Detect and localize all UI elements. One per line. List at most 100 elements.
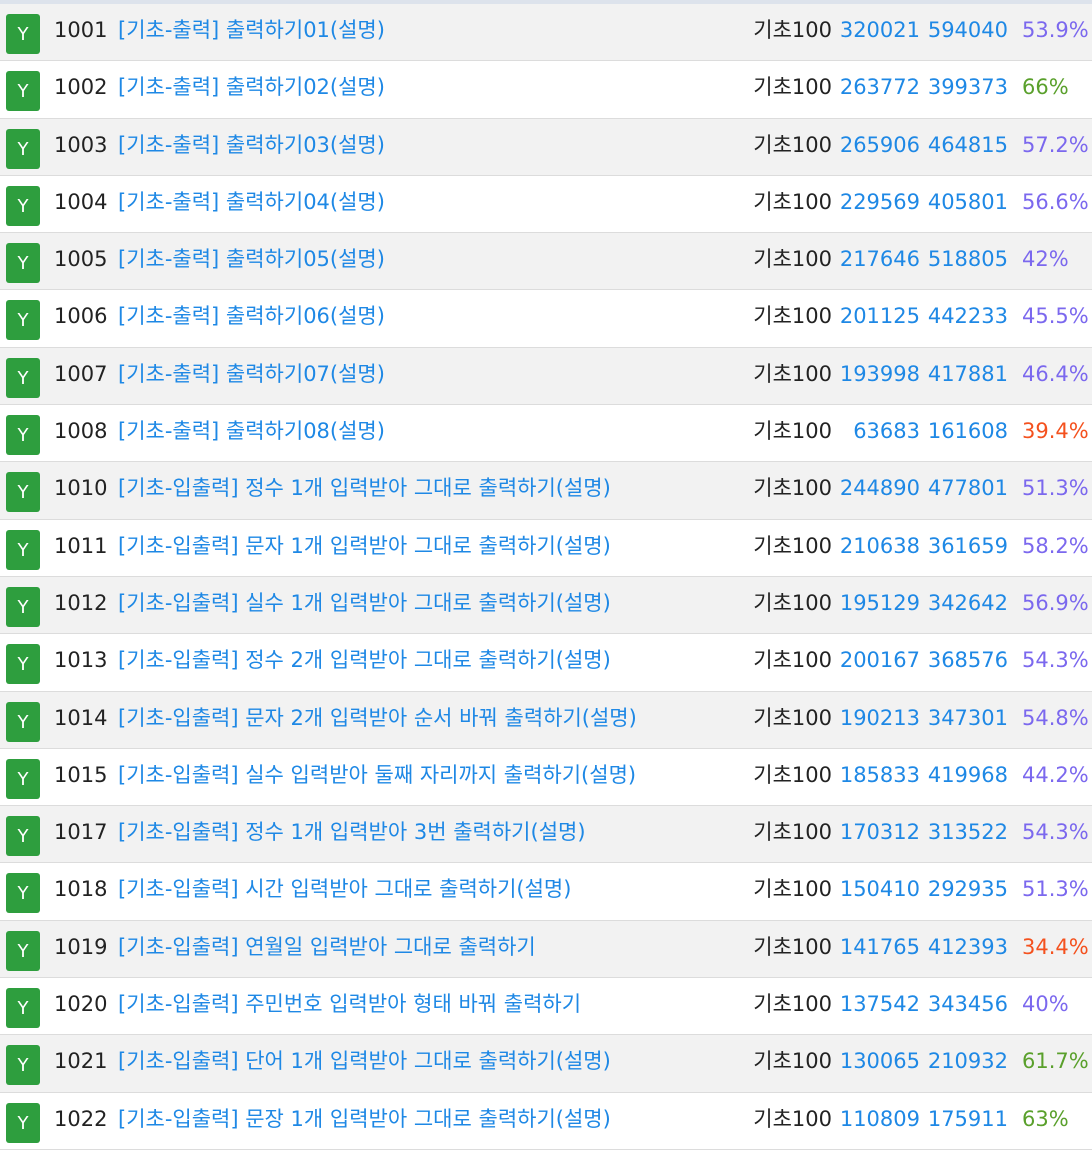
correct-rate: 54.8% — [1022, 705, 1089, 730]
submission-count-link[interactable]: 405801 — [928, 176, 1008, 228]
correct-rate: 54.3% — [1022, 820, 1089, 845]
problem-title-link[interactable]: [기초-입출력] 단어 1개 입력받아 그대로 출력하기(설명) — [118, 1035, 611, 1087]
correct-rate: 58.2% — [1022, 533, 1089, 558]
submission-count-link[interactable]: 175911 — [928, 1093, 1008, 1145]
submission-count-link[interactable]: 442233 — [928, 290, 1008, 342]
problem-title-link[interactable]: [기초-입출력] 주민번호 입력받아 형태 바꿔 출력하기 — [118, 978, 581, 1030]
solved-count-link[interactable]: 210638 — [840, 520, 920, 572]
problem-title-link[interactable]: [기초-입출력] 문자 1개 입력받아 그대로 출력하기(설명) — [118, 520, 611, 572]
problem-title-link[interactable]: [기초-입출력] 문자 2개 입력받아 순서 바꿔 출력하기(설명) — [118, 692, 637, 744]
solved-count-link[interactable]: 195129 — [840, 577, 920, 629]
table-row: Y 1005 [기초-출력] 출력하기05(설명) 기초100 217646 518805… — [0, 233, 1092, 291]
problem-category: 기초100 — [753, 1106, 832, 1131]
solved-count-link[interactable]: 265906 — [840, 119, 920, 171]
solved-count-link[interactable]: 110809 — [840, 1093, 920, 1145]
problem-title-link[interactable]: [기초-출력] 출력하기08(설명) — [118, 405, 385, 457]
solved-count-link[interactable]: 150410 — [840, 863, 920, 915]
problem-title-link[interactable]: [기초-입출력] 문장 1개 입력받아 그대로 출력하기(설명) — [118, 1093, 611, 1145]
problem-title-link[interactable]: [기초-입출력] 시간 입력받아 그대로 출력하기(설명) — [118, 863, 571, 915]
problem-title-link[interactable]: [기초-입출력] 실수 1개 입력받아 그대로 출력하기(설명) — [118, 577, 611, 629]
problem-id: 1006 — [54, 304, 108, 329]
submission-count-link[interactable]: 313522 — [928, 806, 1008, 858]
solved-count-link[interactable]: 170312 — [840, 806, 920, 858]
problem-id: 1008 — [54, 419, 108, 444]
problem-title-link[interactable]: [기초-출력] 출력하기05(설명) — [118, 233, 385, 285]
table-row: Y 1013 [기초-입출력] 정수 2개 입력받아 그대로 출력하기(설명) 기초1… — [0, 634, 1092, 692]
solved-count-link[interactable]: 63683 — [853, 405, 920, 457]
problem-category: 기초100 — [753, 590, 832, 615]
solved-count-link[interactable]: 200167 — [840, 634, 920, 686]
problem-category: 기초100 — [753, 304, 832, 329]
solved-count-link[interactable]: 130065 — [840, 1035, 920, 1087]
solved-count-link[interactable]: 193998 — [840, 348, 920, 400]
table-row: Y 1006 [기초-출력] 출력하기06(설명) 기초100 201125 442233… — [0, 290, 1092, 348]
submission-count-link[interactable]: 343456 — [928, 978, 1008, 1030]
submission-count-link[interactable]: 399373 — [928, 61, 1008, 113]
problem-title-link[interactable]: [기초-입출력] 정수 1개 입력받아 그대로 출력하기(설명) — [118, 462, 611, 514]
submission-count-link[interactable]: 368576 — [928, 634, 1008, 686]
problem-table: Y 1001 [기초-출력] 출력하기01(설명) 기초100 320021 594040… — [0, 4, 1092, 1150]
problem-title-link[interactable]: [기초-입출력] 정수 1개 입력받아 3번 출력하기(설명) — [118, 806, 586, 858]
submission-count-link[interactable]: 342642 — [928, 577, 1008, 629]
problem-category: 기초100 — [753, 762, 832, 787]
solved-count-link[interactable]: 320021 — [840, 4, 920, 56]
problem-title-link[interactable]: [기초-출력] 출력하기06(설명) — [118, 290, 385, 342]
status-badge: Y — [6, 758, 40, 799]
submission-count-link[interactable]: 292935 — [928, 863, 1008, 915]
problem-category: 기초100 — [753, 820, 832, 845]
correct-rate: 53.9% — [1022, 18, 1089, 42]
table-row: Y 1019 [기초-입출력] 연월일 입력받아 그대로 출력하기 기초100 1417… — [0, 920, 1092, 979]
correct-rate: 57.2% — [1022, 132, 1089, 157]
correct-rate: 44.2% — [1022, 762, 1089, 787]
table-row: Y 1014 [기초-입출력] 문자 2개 입력받아 순서 바꿔 출력하기(설명) 기… — [0, 691, 1092, 749]
problem-category: 기초100 — [753, 419, 832, 444]
submission-count-link[interactable]: 412393 — [928, 921, 1008, 973]
solved-count-link[interactable]: 141765 — [840, 921, 920, 973]
submission-count-link[interactable]: 419968 — [928, 749, 1008, 801]
table-row: Y 1002 [기초-출력] 출력하기02(설명) 기초100 263772 399373… — [0, 61, 1092, 119]
problem-title-link[interactable]: [기초-출력] 출력하기01(설명) — [118, 4, 385, 56]
correct-rate: 51.3% — [1022, 877, 1089, 902]
problem-category: 기초100 — [753, 992, 832, 1017]
solved-count-link[interactable]: 217646 — [840, 233, 920, 285]
status-badge: Y — [6, 300, 40, 341]
problem-title-link[interactable]: [기초-출력] 출력하기04(설명) — [118, 176, 385, 228]
problem-id: 1007 — [54, 361, 108, 386]
status-badge: Y — [6, 472, 40, 513]
correct-rate: 63% — [1022, 1106, 1069, 1131]
solved-count-link[interactable]: 201125 — [840, 290, 920, 342]
solved-count-link[interactable]: 244890 — [840, 462, 920, 514]
problem-category: 기초100 — [753, 1049, 832, 1074]
problem-title-link[interactable]: [기초-출력] 출력하기02(설명) — [118, 61, 385, 113]
submission-count-link[interactable]: 210932 — [928, 1035, 1008, 1087]
solved-count-link[interactable]: 263772 — [840, 61, 920, 113]
submission-count-link[interactable]: 518805 — [928, 233, 1008, 285]
submission-count-link[interactable]: 594040 — [928, 4, 1008, 56]
solved-count-link[interactable]: 190213 — [840, 692, 920, 744]
problem-title-link[interactable]: [기초-출력] 출력하기07(설명) — [118, 348, 385, 400]
submission-count-link[interactable]: 347301 — [928, 692, 1008, 744]
table-row: Y 1004 [기초-출력] 출력하기04(설명) 기초100 229569 405801… — [0, 175, 1092, 234]
problem-title-link[interactable]: [기초-입출력] 실수 입력받아 둘째 자리까지 출력하기(설명) — [118, 749, 636, 801]
table-row: Y 1003 [기초-출력] 출력하기03(설명) 기초100 265906 464815… — [0, 118, 1092, 176]
submission-count-link[interactable]: 361659 — [928, 520, 1008, 572]
problem-title-link[interactable]: [기초-입출력] 정수 2개 입력받아 그대로 출력하기(설명) — [118, 634, 611, 686]
status-badge: Y — [6, 128, 40, 169]
correct-rate: 39.4% — [1022, 419, 1089, 444]
problem-category: 기초100 — [753, 189, 832, 214]
status-badge: Y — [6, 357, 40, 398]
correct-rate: 51.3% — [1022, 476, 1089, 501]
submission-count-link[interactable]: 417881 — [928, 348, 1008, 400]
solved-count-link[interactable]: 229569 — [840, 176, 920, 228]
problem-title-link[interactable]: [기초-입출력] 연월일 입력받아 그대로 출력하기 — [118, 921, 536, 973]
submission-count-link[interactable]: 477801 — [928, 462, 1008, 514]
problem-id: 1002 — [54, 75, 108, 100]
solved-count-link[interactable]: 185833 — [840, 749, 920, 801]
problem-category: 기초100 — [753, 648, 832, 673]
problem-title-link[interactable]: [기초-출력] 출력하기03(설명) — [118, 119, 385, 171]
submission-count-link[interactable]: 464815 — [928, 119, 1008, 171]
status-badge: Y — [6, 644, 40, 685]
submission-count-link[interactable]: 161608 — [928, 405, 1008, 457]
solved-count-link[interactable]: 137542 — [840, 978, 920, 1030]
problem-category: 기초100 — [753, 75, 832, 100]
